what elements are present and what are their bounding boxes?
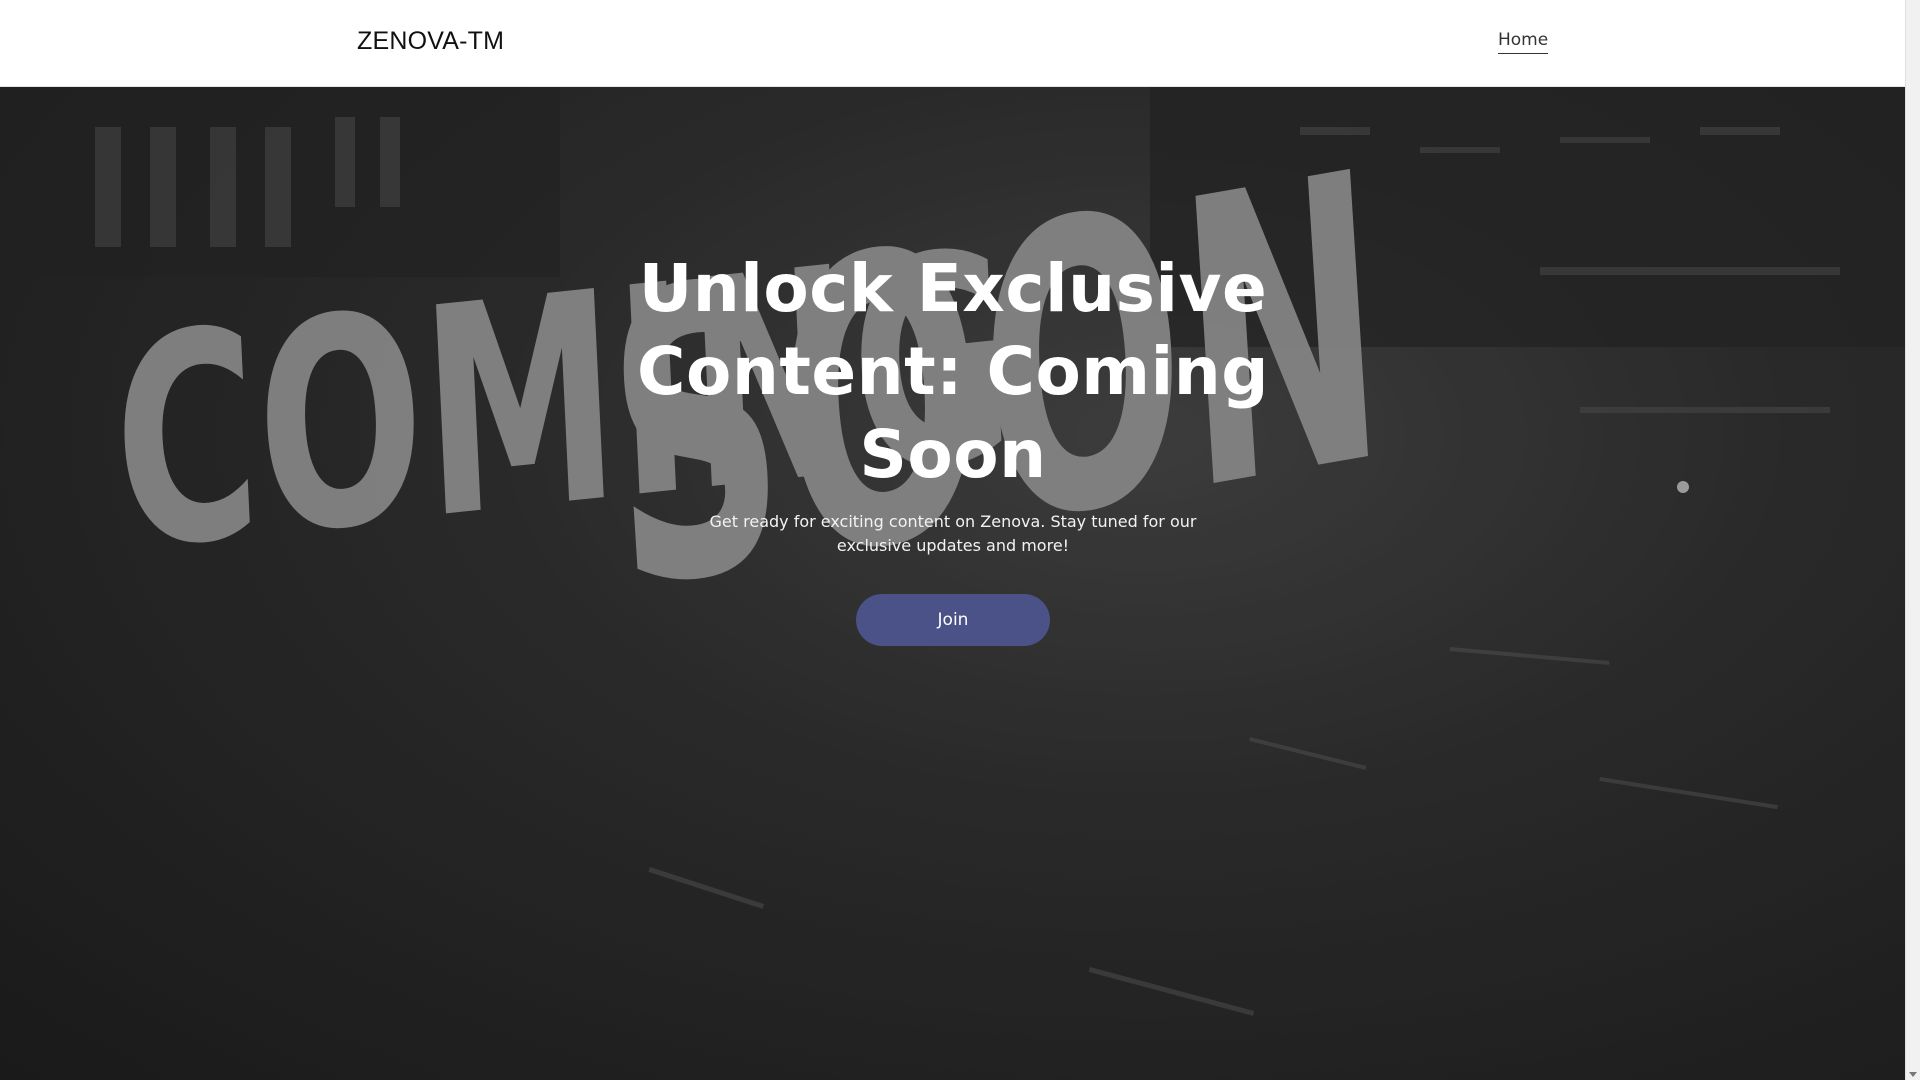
hero-content: Unlock Exclusive Content: Coming Soon Ge… (600, 247, 1306, 646)
hero-title-line: Soon (859, 416, 1047, 493)
nav-link-home[interactable]: Home (1498, 30, 1549, 54)
page-scrollbar[interactable] (1905, 0, 1920, 1080)
hero-subtitle-line: exclusive updates and more! (836, 536, 1070, 555)
brand-logo-link[interactable]: ZENOVA-TM (357, 27, 504, 56)
page: ZENOVA-TM Home COMING SOON Unlock Exclus… (0, 0, 1920, 1080)
scroll-down-arrow-icon[interactable] (1909, 1072, 1917, 1077)
join-button[interactable]: Join (856, 594, 1050, 646)
hero-title-line: Unlock Exclusive (638, 250, 1268, 327)
hero-subtitle-line: Get ready for exciting content on Zenova… (709, 512, 1197, 531)
site-header: ZENOVA-TM Home (0, 0, 1905, 87)
hero-title-line: Content: Coming (637, 333, 1269, 410)
hero-subtitle: Get ready for exciting content on Zenova… (703, 510, 1203, 558)
hero-section: COMING SOON Unlock Exclusive Content: Co… (0, 87, 1905, 1080)
hero-title: Unlock Exclusive Content: Coming Soon (600, 247, 1306, 496)
